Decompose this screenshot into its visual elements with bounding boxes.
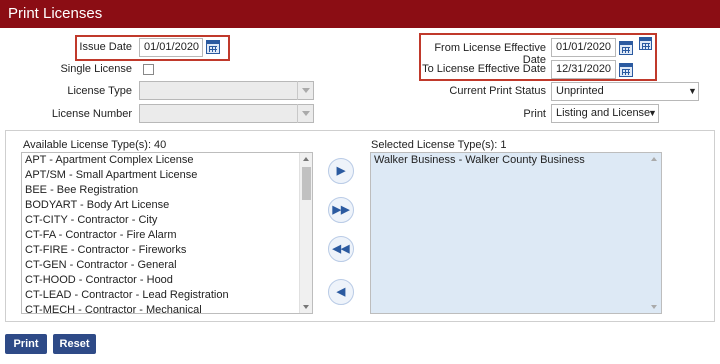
list-item[interactable]: CT-CITY - Contractor - City bbox=[22, 213, 312, 228]
scroll-down-icon[interactable] bbox=[303, 305, 309, 309]
calendar-icon[interactable] bbox=[619, 41, 633, 55]
print-option-label: Print bbox=[523, 108, 546, 120]
calendar-icon[interactable] bbox=[206, 40, 220, 54]
list-item[interactable]: CT-LEAD - Contractor - Lead Registration bbox=[22, 288, 312, 303]
list-item[interactable]: BEE - Bee Registration bbox=[22, 183, 312, 198]
license-type-select[interactable] bbox=[139, 81, 314, 100]
chevron-down-icon[interactable]: ▼ bbox=[688, 86, 697, 96]
print-status-label: Current Print Status bbox=[449, 85, 546, 97]
license-number-label: License Number bbox=[51, 108, 132, 120]
move-one-left-button[interactable]: ◀ bbox=[328, 279, 354, 305]
list-item[interactable]: CT-MECH - Contractor - Mechanical bbox=[22, 303, 312, 313]
calendar-icon[interactable] bbox=[619, 63, 633, 77]
reset-button[interactable]: Reset bbox=[53, 334, 96, 354]
scroll-up-icon[interactable] bbox=[303, 157, 309, 161]
print-button[interactable]: Print bbox=[5, 334, 47, 354]
list-item[interactable]: CT-HOOD - Contractor - Hood bbox=[22, 273, 312, 288]
double-triangle-left-icon: ◀◀ bbox=[332, 243, 350, 255]
list-item[interactable]: Walker Business - Walker County Business bbox=[371, 153, 661, 168]
from-effective-input[interactable]: 01/01/2020 bbox=[551, 38, 616, 57]
to-effective-input[interactable]: 12/31/2020 bbox=[551, 60, 616, 79]
print-option-select[interactable]: Listing and License bbox=[551, 104, 659, 123]
calendar-range-icon[interactable] bbox=[639, 37, 652, 50]
available-types-list[interactable]: APT - Apartment Complex License APT/SM - … bbox=[21, 152, 313, 314]
scroll-up-icon[interactable] bbox=[651, 157, 657, 161]
chevron-down-icon[interactable] bbox=[297, 104, 314, 123]
move-all-right-button[interactable]: ▶▶ bbox=[328, 197, 354, 223]
chevron-down-icon[interactable] bbox=[297, 81, 314, 100]
single-license-checkbox[interactable] bbox=[143, 64, 154, 75]
move-one-right-button[interactable]: ▶ bbox=[328, 158, 354, 184]
issue-date-label: Issue Date bbox=[79, 41, 132, 53]
chevron-down-icon[interactable]: ▼ bbox=[648, 108, 657, 118]
selected-types-label: Selected License Type(s): 1 bbox=[371, 139, 507, 151]
triangle-right-icon: ▶ bbox=[336, 165, 346, 177]
move-all-left-button[interactable]: ◀◀ bbox=[328, 236, 354, 262]
list-item[interactable]: CT-FIRE - Contractor - Fireworks bbox=[22, 243, 312, 258]
list-item[interactable]: APT/SM - Small Apartment License bbox=[22, 168, 312, 183]
triangle-left-icon: ◀ bbox=[336, 286, 346, 298]
scroll-thumb[interactable] bbox=[302, 167, 311, 200]
issue-date-input[interactable]: 01/01/2020 bbox=[139, 38, 203, 57]
scrollbar[interactable] bbox=[648, 153, 661, 313]
scrollbar[interactable] bbox=[299, 153, 312, 313]
double-triangle-right-icon: ▶▶ bbox=[332, 204, 350, 216]
page-title: Print Licenses bbox=[0, 0, 720, 28]
to-effective-label: To License Effective Date bbox=[422, 63, 546, 75]
list-item[interactable]: CT-FA - Contractor - Fire Alarm bbox=[22, 228, 312, 243]
available-types-label: Available License Type(s): 40 bbox=[23, 139, 167, 151]
single-license-label: Single License bbox=[60, 63, 132, 75]
license-type-label: License Type bbox=[67, 85, 132, 97]
license-number-select[interactable] bbox=[139, 104, 314, 123]
scroll-down-icon[interactable] bbox=[651, 305, 657, 309]
selected-types-list[interactable]: Walker Business - Walker County Business bbox=[370, 152, 662, 314]
list-item[interactable]: APT - Apartment Complex License bbox=[22, 153, 312, 168]
list-item[interactable]: BODYART - Body Art License bbox=[22, 198, 312, 213]
list-item[interactable]: CT-GEN - Contractor - General bbox=[22, 258, 312, 273]
print-status-select[interactable]: Unprinted bbox=[551, 82, 699, 101]
